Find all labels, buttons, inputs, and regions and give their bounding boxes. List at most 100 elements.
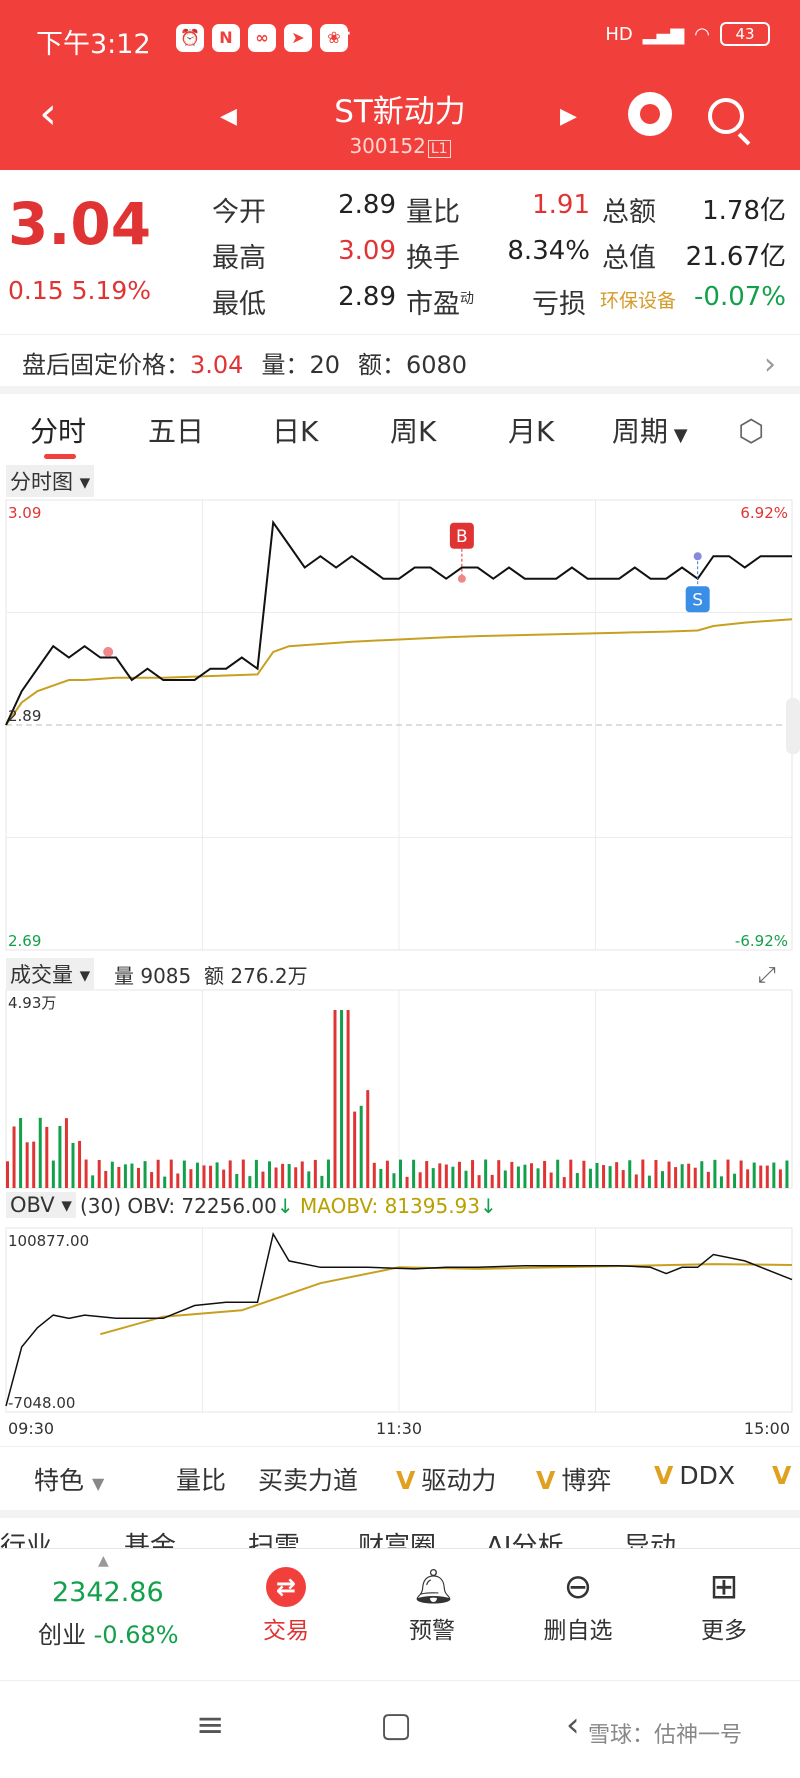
volume-bar [235, 1173, 239, 1188]
loss-label: 亏损 [532, 289, 586, 320]
after-hours-row[interactable]: 盘后固定价格：3.04 量：20 额：6080 › [0, 334, 800, 394]
volume-bar [726, 1159, 730, 1188]
network-label: HD [605, 23, 633, 45]
nfc-icon: N [212, 24, 240, 52]
tab-weekly-k[interactable]: 周K [390, 410, 436, 450]
tab-period[interactable]: 周期 ▼ [612, 410, 688, 450]
assistant-icon[interactable] [628, 92, 672, 136]
stock-code-value: 300152 [349, 134, 426, 158]
volume-bar [294, 1167, 298, 1188]
index-name[interactable]: 创业 -0.68% [38, 1615, 179, 1650]
indicator-feature[interactable]: 特色 ▼ [34, 1461, 104, 1497]
search-icon[interactable] [708, 98, 744, 134]
alarm-icon: ⏰ [176, 24, 204, 52]
volume-bar [150, 1172, 154, 1188]
volume-bar [12, 1126, 16, 1188]
amount-value: 1.78亿 [702, 196, 786, 226]
volume-bar [687, 1163, 691, 1188]
volume-bar [674, 1167, 678, 1188]
home-icon[interactable]: ▢ [380, 1705, 412, 1745]
volume-bar [209, 1165, 213, 1188]
volume-bar [405, 1176, 409, 1188]
index-name-text: 创业 [38, 1621, 86, 1649]
tab-fund[interactable]: 基金 [124, 1526, 176, 1548]
volume-bar [719, 1176, 723, 1188]
sector-name[interactable]: 环保设备 [600, 286, 676, 313]
tab-ai-analysis[interactable]: AI分析 [486, 1526, 563, 1548]
volume-bar [372, 1162, 376, 1188]
indicator-drive[interactable]: V 驱动力 [396, 1461, 496, 1497]
volume-bar [274, 1167, 278, 1188]
signal-icon: ▂▄▆ [642, 23, 685, 45]
quote-panel: 3.04 0.15 5.19% 今开 2.89 量比 1.91 总额 1.78亿… [0, 170, 800, 330]
volume-bar [340, 1010, 344, 1188]
volume-bar [713, 1159, 717, 1188]
status-time: 下午3:12 [36, 29, 151, 60]
vip-icon-4: V [772, 1461, 792, 1490]
maobv-line [100, 1263, 793, 1336]
tab-intraday[interactable]: 分时 [30, 410, 86, 450]
ah-price: 3.04 [190, 351, 244, 379]
remove-watchlist-button[interactable]: ⊖ 删自选 [528, 1567, 628, 1645]
indicator-game[interactable]: V 博弈 [536, 1461, 611, 1497]
volume-bar [195, 1162, 199, 1188]
volume-bar [399, 1159, 402, 1188]
volume-bar [444, 1164, 448, 1188]
bottom-bar: ▲ 2342.86 创业 -0.68% ⇄ 交易 🔔︎ 预警 ⊖ 删自选 ⊞ 更… [0, 1548, 800, 1678]
settings-hex-icon[interactable]: ⬡ [738, 414, 764, 449]
side-handle [786, 698, 800, 754]
high-value: 3.09 [338, 236, 396, 266]
volume-bar [123, 1164, 127, 1188]
tab-five-day[interactable]: 五日 [148, 410, 204, 450]
volume-bar [268, 1161, 271, 1188]
tab-wealth[interactable]: 财富圈 [358, 1526, 436, 1548]
indicator-ddx[interactable]: V DDX [654, 1461, 735, 1490]
index-change: -0.68% [93, 1621, 179, 1649]
volume-bar [261, 1171, 265, 1188]
volume-panel-label[interactable]: 成交量 ▾ [6, 958, 95, 990]
volume-bar [110, 1161, 114, 1188]
buy-point [457, 574, 466, 583]
price-panel-label[interactable]: 分时图 ▾ [6, 465, 95, 497]
index-value[interactable]: 2342.86 [52, 1577, 164, 1608]
expand-icon[interactable]: ⤢ [758, 963, 776, 988]
tab-industry[interactable]: 行业 [0, 1526, 52, 1548]
tab-monthly-k[interactable]: 月K [508, 410, 554, 450]
obv-panel-label[interactable]: OBV ▾ [6, 1192, 76, 1218]
volume-bar [484, 1159, 488, 1188]
app-icon: ∞ [248, 24, 276, 52]
ind-feature-label: 特色 [34, 1466, 85, 1495]
volume-bar [71, 1142, 75, 1188]
tab-daily-k[interactable]: 日K [272, 410, 318, 450]
back-nav-icon[interactable]: ‹ [566, 1705, 580, 1745]
obv-max-label: 100877.00 [8, 1232, 89, 1250]
volume-bar [654, 1159, 658, 1188]
volume-bar [412, 1159, 416, 1188]
volume-info: 量 9085 额 276.2万 [114, 960, 308, 989]
trade-button[interactable]: ⇄ 交易 [236, 1567, 336, 1645]
indicator-volume-ratio[interactable]: 量比 [176, 1461, 226, 1497]
volume-bar [536, 1168, 540, 1188]
intraday-chart[interactable]: 3.09 2.89 2.69 6.92% -6.92% B S 4.93万 100877.00 -… [0, 460, 800, 1440]
y-bottom-label: 2.69 [8, 932, 41, 950]
app-icon-2: ❀ [320, 24, 348, 52]
more-button[interactable]: ⊞ 更多 [674, 1567, 774, 1645]
indicator-buy-sell[interactable]: 买卖力道 [258, 1461, 358, 1497]
volume-bar [464, 1170, 468, 1188]
bell-icon: 🔔︎ [412, 1567, 456, 1607]
tab-unusual[interactable]: 异动 [624, 1526, 676, 1548]
volume-bar [661, 1171, 664, 1188]
volume-bar [307, 1171, 311, 1188]
obv-min-label: -7048.00 [8, 1394, 75, 1412]
next-stock-icon[interactable]: ▶ [560, 104, 577, 129]
indicator-more[interactable]: V [772, 1461, 797, 1490]
vip-icon-3: V [654, 1461, 674, 1490]
menu-icon[interactable]: ≡ [196, 1705, 225, 1745]
volume-max-label: 4.93万 [8, 994, 56, 1012]
alert-button[interactable]: 🔔︎ 预警 [382, 1567, 482, 1645]
volume-bar [772, 1162, 776, 1188]
tab-minesweep[interactable]: 扫雷 [248, 1526, 300, 1548]
time-mid-label: 11:30 [376, 1419, 422, 1438]
volume-bar [523, 1164, 527, 1188]
down-arrow-icon-2: ↓ [480, 1194, 497, 1218]
